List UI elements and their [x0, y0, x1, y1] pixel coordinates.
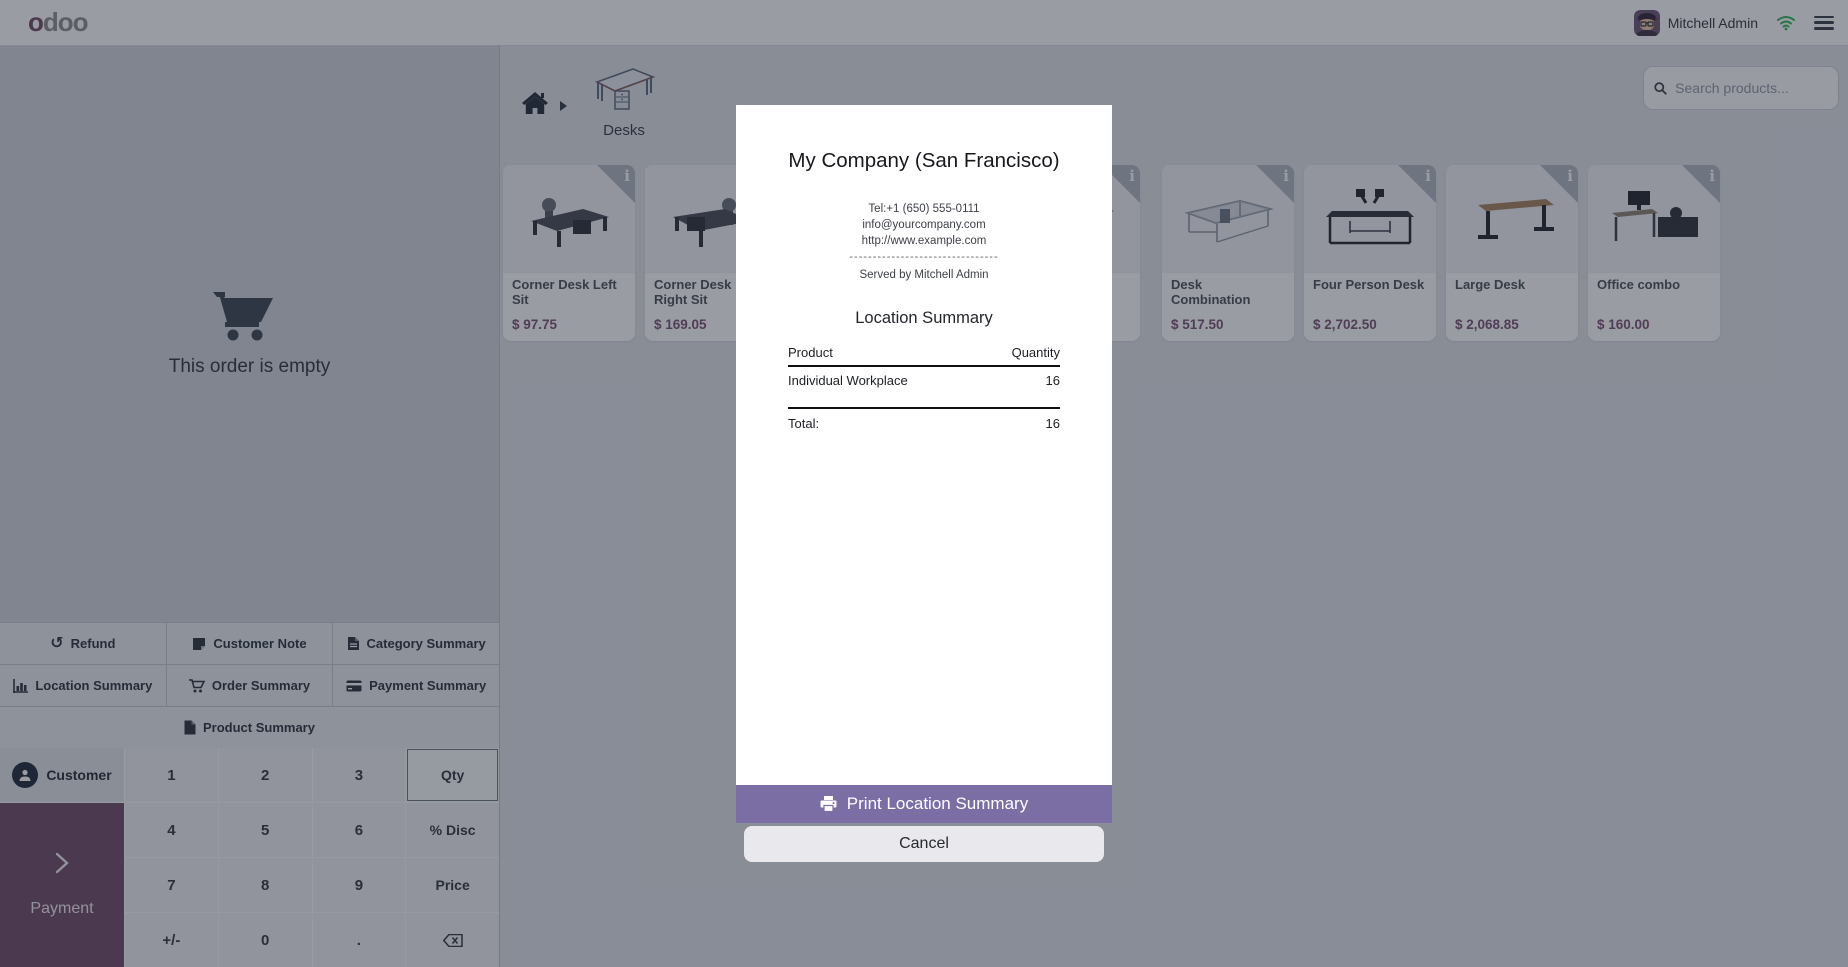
column-header-product: Product [788, 345, 833, 360]
row-product: Individual Workplace [788, 373, 908, 388]
summary-table: Product Quantity Individual Workplace 16… [788, 345, 1060, 432]
company-website: http://www.example.com [861, 235, 987, 247]
receipt-title: Location Summary [855, 309, 993, 327]
table-divider [788, 389, 1060, 409]
served-by: Served by Mitchell Admin [859, 269, 989, 281]
total-value: 16 [1045, 416, 1060, 431]
company-email: info@yourcompany.com [862, 219, 986, 231]
total-row: Total: 16 [788, 409, 1060, 432]
cancel-button[interactable]: Cancel [744, 826, 1104, 862]
receipt-separator: -------------------------------- [849, 251, 999, 263]
printer-icon [820, 796, 837, 812]
receipt-preview: My Company (San Francisco) Tel:+1 (650) … [736, 105, 1112, 785]
table-row: Individual Workplace 16 [788, 367, 1060, 389]
company-phone: Tel:+1 (650) 555-0111 [868, 203, 980, 215]
print-location-summary-button[interactable]: Print Location Summary [736, 785, 1112, 823]
location-summary-dialog: My Company (San Francisco) Tel:+1 (650) … [736, 105, 1112, 862]
row-quantity: 16 [1045, 373, 1060, 388]
company-name: My Company (San Francisco) [788, 149, 1060, 172]
column-header-quantity: Quantity [1011, 345, 1060, 360]
total-label: Total: [788, 416, 820, 431]
